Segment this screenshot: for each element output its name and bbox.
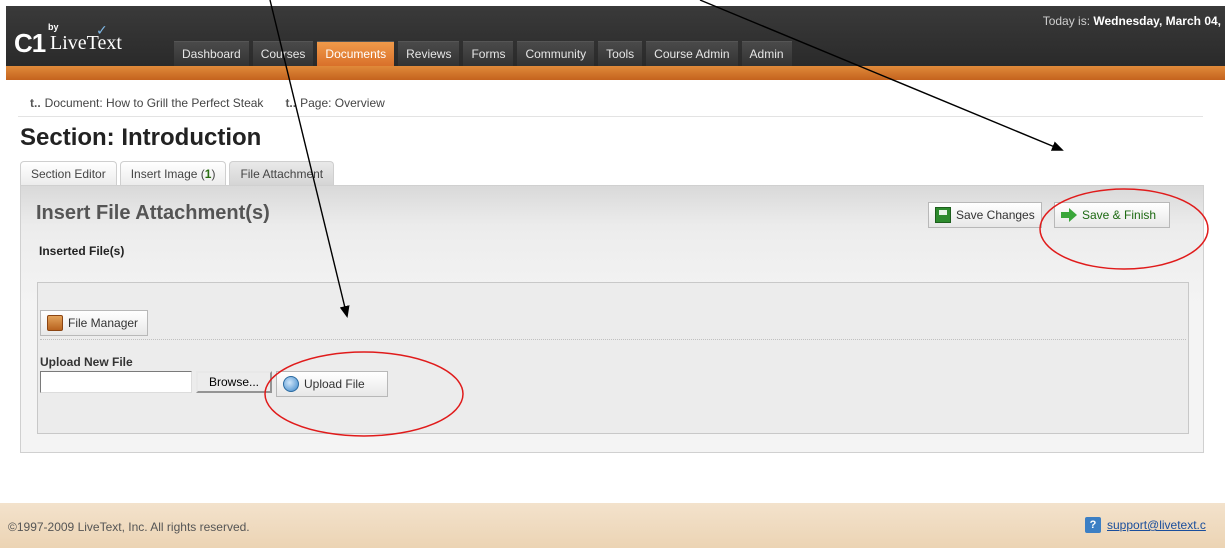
breadcrumb-divider — [18, 116, 1203, 117]
header-accent-strip — [6, 66, 1225, 80]
tab-file-attachment[interactable]: File Attachment — [229, 161, 335, 185]
save-finish-label: Save & Finish — [1082, 208, 1157, 222]
upload-globe-icon — [283, 376, 299, 392]
copyright-text: ©1997-2009 LiveText, Inc. All rights res… — [8, 520, 250, 534]
nav-admin[interactable]: Admin — [741, 41, 792, 66]
file-path-input[interactable] — [40, 371, 192, 393]
nav-dashboard[interactable]: Dashboard — [174, 41, 249, 66]
logo-name: LiveText — [50, 32, 122, 54]
today-label: Today is: — [1042, 14, 1091, 28]
inserted-files-label: Inserted File(s) — [39, 244, 125, 258]
browse-button[interactable]: Browse... — [196, 371, 272, 393]
livetext-logo[interactable]: C1 by ✓ LiveText — [14, 22, 144, 58]
help-icon: ? — [1085, 517, 1101, 533]
upload-new-file-label: Upload New File — [40, 355, 133, 369]
nav-documents[interactable]: Documents — [317, 41, 395, 66]
tab-insert-image[interactable]: Insert Image (1) — [119, 161, 227, 185]
page-footer: ©1997-2009 LiveText, Inc. All rights res… — [0, 503, 1225, 548]
green-arrow-icon — [1061, 207, 1077, 223]
breadcrumb-page[interactable]: t.. Page: Overview — [285, 96, 384, 110]
up-arrow-icon: t.. — [285, 96, 297, 110]
breadcrumb-page-label: Page: Overview — [300, 96, 385, 110]
tab-insert-image-paren: ) — [211, 167, 216, 181]
upload-file-button[interactable]: Upload File — [276, 371, 388, 397]
breadcrumb-document-label: Document: How to Grill the Perfect Steak — [44, 96, 264, 110]
upload-box: File Manager Upload New File Browse... U… — [37, 282, 1189, 434]
nav-reviews[interactable]: Reviews — [398, 41, 460, 66]
file-manager-label: File Manager — [68, 316, 139, 330]
floppy-disk-icon — [935, 207, 951, 223]
tab-section-editor[interactable]: Section Editor — [20, 161, 117, 185]
nav-forms[interactable]: Forms — [463, 41, 514, 66]
page-title: Section: Introduction — [20, 124, 262, 151]
nav-community[interactable]: Community — [517, 41, 595, 66]
file-attachment-panel: Insert File Attachment(s) Inserted File(… — [20, 185, 1204, 453]
today-value: Wednesday, March 04, — [1093, 14, 1221, 28]
breadcrumb: t.. Document: How to Grill the Perfect S… — [30, 96, 385, 110]
support-email-link[interactable]: support@livetext.c — [1107, 518, 1206, 532]
save-finish-button[interactable]: Save & Finish — [1054, 202, 1170, 228]
upload-file-label: Upload File — [304, 377, 365, 391]
file-manager-icon — [47, 315, 63, 331]
today-date: Today is: Wednesday, March 04, — [1043, 14, 1221, 28]
save-changes-button[interactable]: Save Changes — [928, 202, 1042, 228]
breadcrumb-document[interactable]: t.. Document: How to Grill the Perfect S… — [30, 96, 263, 110]
support-contact: ? support@livetext.c — [1085, 517, 1206, 533]
nav-courses[interactable]: Courses — [252, 41, 314, 66]
upload-divider — [40, 339, 1186, 340]
up-arrow-icon: t.. — [30, 96, 41, 110]
section-tabs: Section Editor Insert Image (1) File Att… — [20, 161, 335, 185]
logo-by: by — [48, 22, 59, 32]
nav-course-admin[interactable]: Course Admin — [646, 41, 738, 66]
app-header: C1 by ✓ LiveText Today is: Wednesday, Ma… — [0, 0, 1225, 80]
main-nav: Dashboard Courses Documents Reviews Form… — [174, 41, 796, 66]
nav-tools[interactable]: Tools — [598, 41, 643, 66]
save-changes-label: Save Changes — [956, 208, 1035, 222]
file-manager-button[interactable]: File Manager — [40, 310, 148, 336]
logo-c1-mark: C1 — [14, 28, 46, 58]
panel-title: Insert File Attachment(s) — [36, 202, 270, 224]
tab-insert-image-label: Insert Image ( — [130, 167, 205, 181]
